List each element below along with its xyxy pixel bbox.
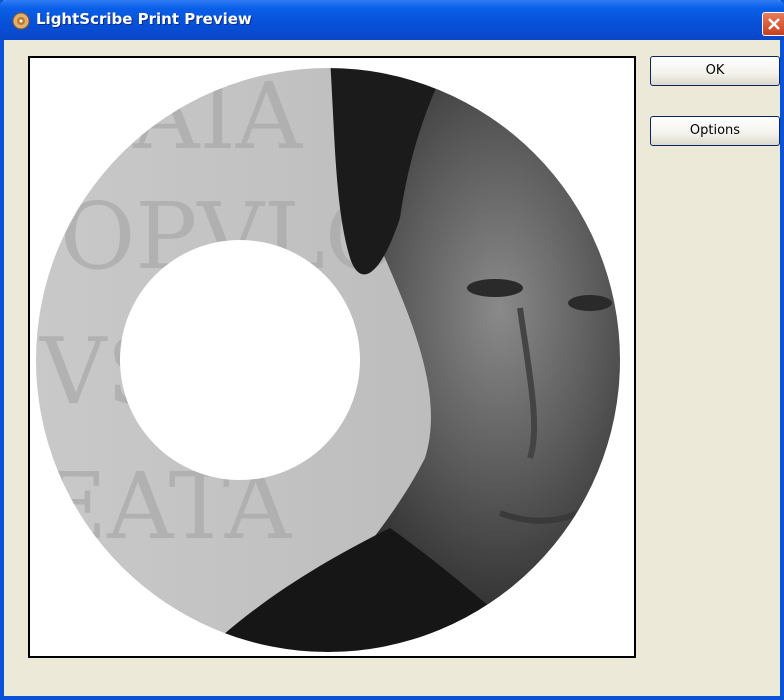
ok-button[interactable]: OK bbox=[650, 56, 780, 86]
close-button[interactable] bbox=[762, 12, 784, 36]
svg-text:EATA: EATA bbox=[40, 453, 293, 560]
window-title: LightScribe Print Preview bbox=[36, 10, 252, 28]
options-button[interactable]: Options bbox=[650, 116, 780, 146]
title-bar[interactable]: LightScribe Print Preview bbox=[0, 0, 784, 40]
disc-preview-area: SAIA OPVLO VS E EATA bbox=[28, 56, 636, 658]
print-preview-window: LightScribe Print Preview SAIA OPVLO VS … bbox=[0, 0, 784, 700]
close-icon bbox=[768, 18, 780, 30]
svg-text:SAIA: SAIA bbox=[70, 63, 304, 170]
svg-text:VS E: VS E bbox=[39, 318, 266, 425]
lightscribe-disc-icon bbox=[12, 12, 30, 30]
disc-label-image: SAIA OPVLO VS E EATA bbox=[36, 63, 620, 652]
